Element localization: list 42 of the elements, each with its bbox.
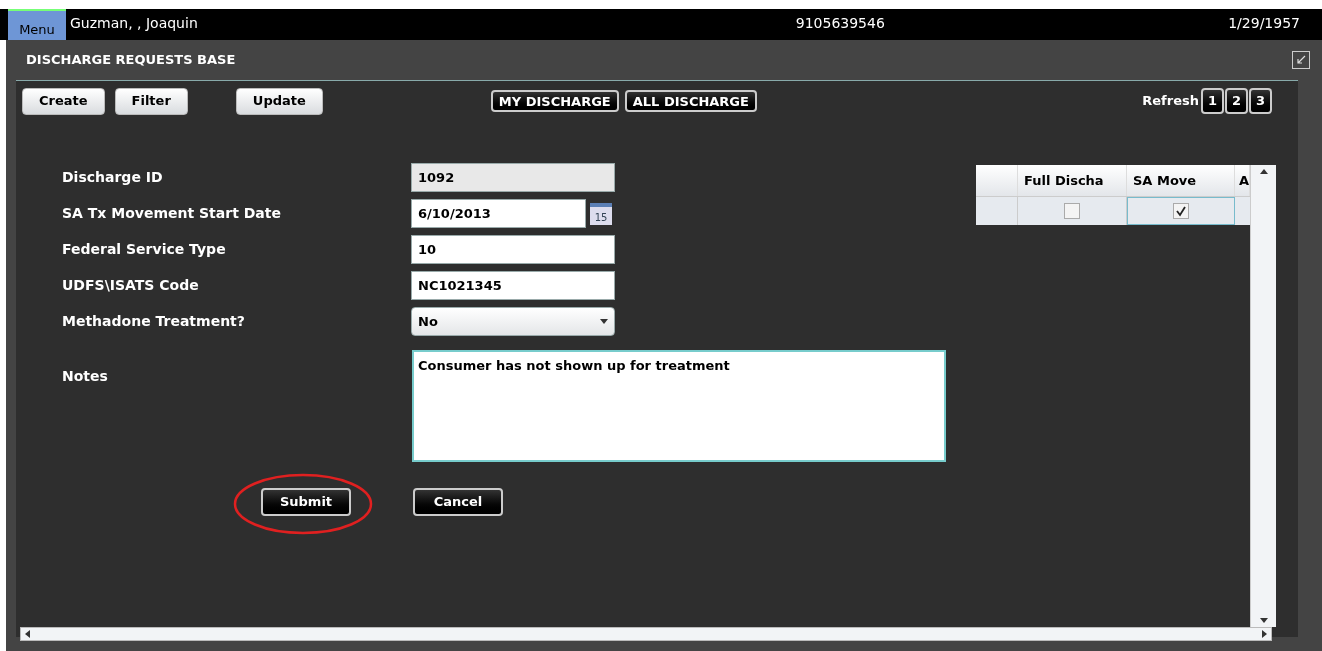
phone-number: 9105639546 — [795, 14, 885, 33]
checkbox[interactable] — [1173, 203, 1189, 219]
column-header[interactable]: SA Move — [1127, 165, 1235, 196]
panel-title: DISCHARGE REQUESTS BASE — [26, 51, 236, 70]
scroll-up-icon[interactable] — [1259, 169, 1268, 174]
checkbox[interactable] — [1064, 203, 1080, 219]
discharge-tab[interactable]: ALL DISCHARGE — [624, 90, 757, 112]
input-field: 1092 — [411, 163, 615, 192]
vertical-scrollbar[interactable] — [1250, 165, 1276, 627]
horizontal-scrollbar[interactable] — [20, 627, 1272, 641]
scroll-down-icon[interactable] — [1259, 618, 1268, 623]
column-header[interactable]: Full Discha — [1018, 165, 1127, 196]
refresh-page-button[interactable]: 3 — [1249, 88, 1272, 114]
field-label: UDFS\ISATS Code — [62, 276, 200, 295]
birth-date: 1/29/1957 — [1228, 14, 1300, 33]
field-label: Methadone Treatment? — [62, 312, 246, 331]
menu-button[interactable]: Menu — [8, 9, 66, 40]
toolbar-button[interactable]: Filter — [114, 87, 188, 115]
date-field[interactable]: 6/10/2013 — [411, 199, 586, 228]
field-label: Federal Service Type — [62, 240, 227, 259]
cancel-button[interactable]: Cancel — [413, 488, 503, 516]
minimize-icon[interactable] — [1292, 51, 1310, 69]
field-label: SA Tx Movement Start Date — [62, 204, 282, 223]
refresh-page-button[interactable]: 2 — [1225, 88, 1248, 114]
calendar-icon[interactable]: 15 — [590, 202, 612, 225]
scroll-left-icon[interactable] — [25, 630, 30, 638]
toolbar-button[interactable]: Update — [235, 87, 323, 115]
field-label: Discharge ID — [62, 168, 164, 187]
submit-button[interactable]: Submit — [261, 488, 351, 516]
toolbar-button[interactable]: Create — [22, 87, 105, 115]
patient-name: Guzman, , Joaquin — [70, 14, 198, 33]
refresh-page-button[interactable]: 1 — [1201, 88, 1224, 114]
field-label: Notes — [62, 367, 109, 386]
refresh-label: Refresh — [1142, 92, 1199, 111]
discharge-tab[interactable]: MY DISCHARGE — [490, 90, 619, 112]
select-field[interactable]: No — [411, 307, 615, 336]
checkmark-icon — [1175, 205, 1187, 217]
input-field[interactable]: 10 — [411, 235, 615, 264]
input-field[interactable]: NC1021345 — [411, 271, 615, 300]
dropdown-arrow-icon — [600, 319, 608, 324]
notes-field[interactable]: Consumer has not shown up for treatment — [412, 350, 946, 462]
scroll-right-icon[interactable] — [1262, 630, 1267, 638]
